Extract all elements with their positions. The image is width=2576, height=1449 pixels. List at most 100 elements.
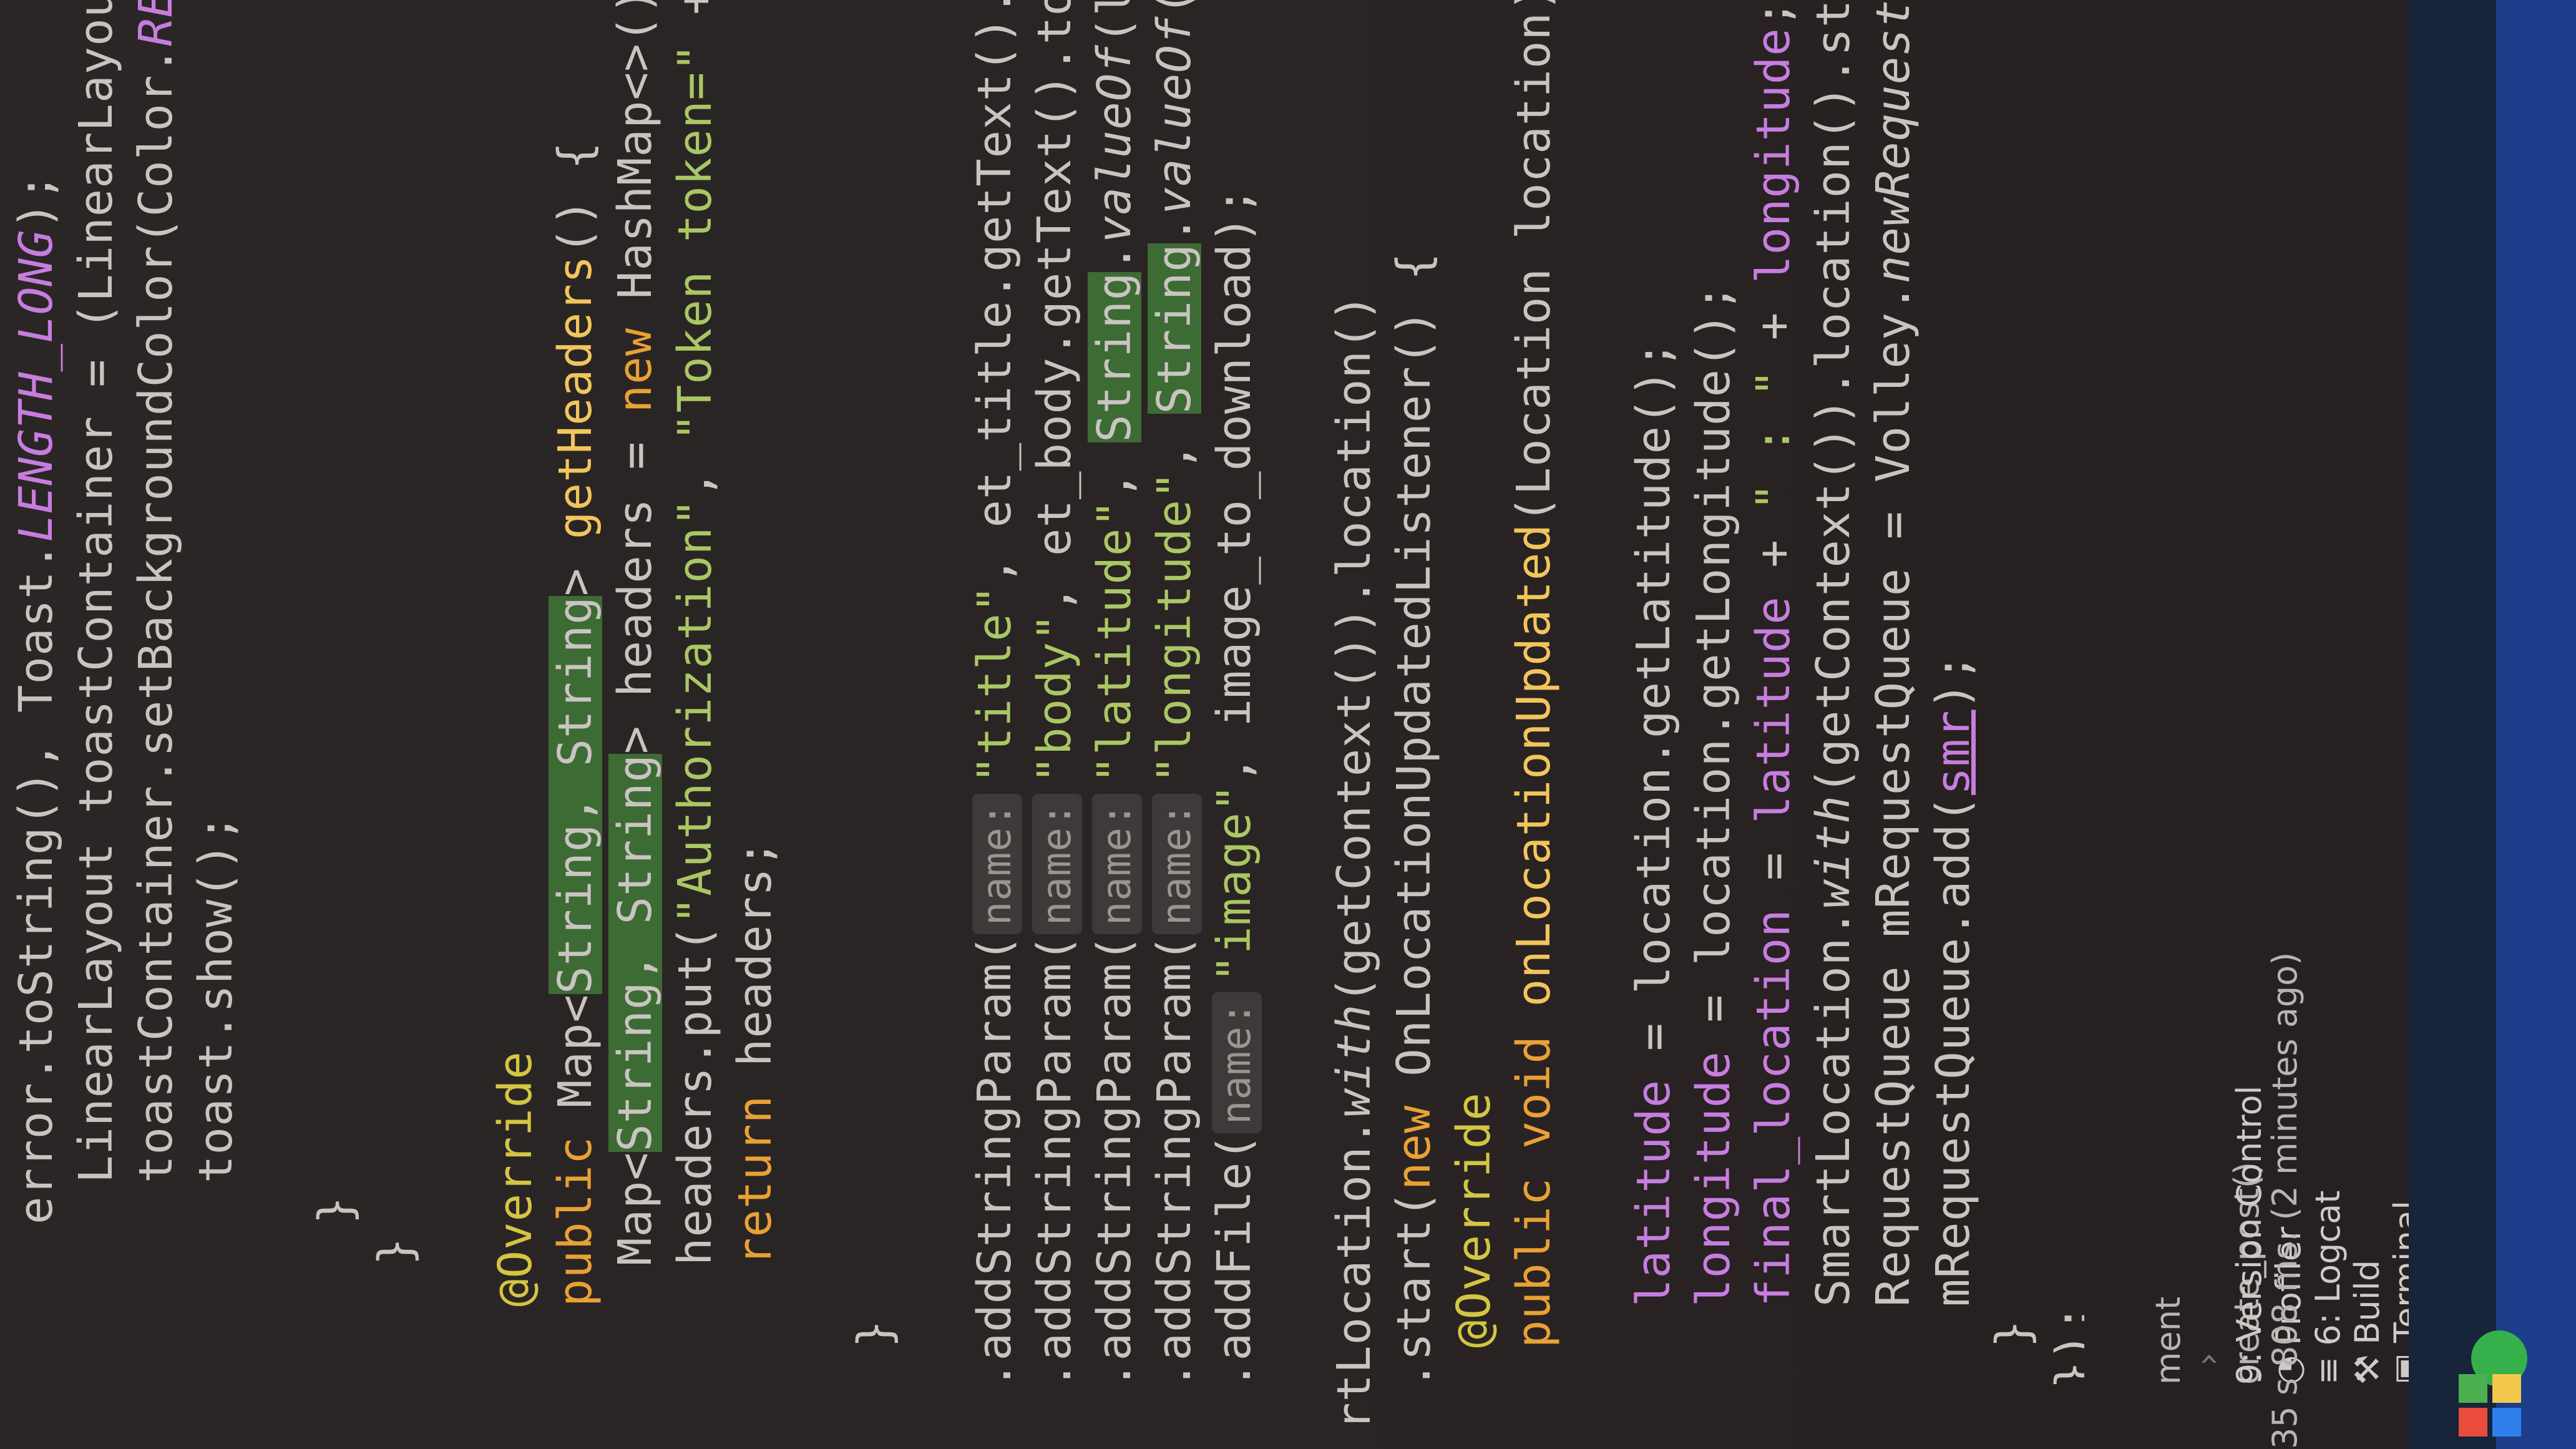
code-token: + — [1747, 283, 1800, 369]
code-token: OnLocationUpdatedListener() { — [1387, 251, 1441, 1076]
code-token: " : " — [1747, 368, 1800, 511]
code-line-15[interactable]: } — [845, 1319, 905, 1348]
code-token: return — [728, 1066, 782, 1266]
parameter-hint: name: — [1212, 992, 1262, 1134]
tool-label: Logcat — [2308, 1190, 2348, 1304]
code-token: }); — [2046, 1304, 2084, 1389]
code-token: .addFile( — [1208, 1133, 1261, 1389]
code-token: "image" — [1208, 783, 1261, 983]
code-token: new — [608, 299, 662, 413]
code-line-6[interactable]: } — [306, 1196, 366, 1224]
code-token: getHeaders — [549, 255, 602, 540]
code-line-4[interactable]: toast.show(); — [186, 814, 246, 1183]
code-line-7[interactable]: } — [366, 1237, 426, 1266]
code-token: String — [1148, 243, 1201, 414]
code-token: = — [1747, 823, 1800, 909]
code-token: "body" — [1028, 613, 1081, 784]
code-line-34[interactable]: } — [1983, 1319, 2043, 1348]
code-token: newRequestQueue — [1866, 0, 1920, 284]
code-token: new — [1387, 1076, 1441, 1191]
code-token: LENGTH_LONG — [9, 229, 63, 542]
code-line-29[interactable]: longitude = location.getLongitude(); — [1684, 283, 1744, 1307]
code-line-1[interactable]: error.toString(), Toast.LENGTH_LONG); — [6, 173, 66, 1224]
build-icon: ⚒ — [2348, 1354, 2387, 1385]
code-token: mRequestQueue.add( — [1926, 795, 1980, 1307]
code-line-19[interactable]: .addStringParam(name: "latitude", String.… — [1085, 0, 1144, 1389]
code-token: .start( — [1387, 1190, 1441, 1389]
code-token: "title" — [968, 584, 1022, 784]
code-token: RequestQueue mRequestQueue = Volley. — [1866, 283, 1920, 1307]
code-token: SmartLocation. — [1807, 909, 1860, 1307]
status-bar-text: 35 s 808 ms. (2 minutes ago) — [2265, 952, 2305, 1449]
code-token: (latitude)); — [1088, 0, 1141, 44]
code-token: } — [1986, 1319, 2040, 1348]
breadcrumb-class[interactable]: ment — [2149, 1297, 2188, 1385]
code-token: headers.put( — [668, 924, 722, 1266]
code-token: } — [848, 1319, 902, 1348]
tool-build[interactable]: ⚒ Build — [2348, 1260, 2387, 1385]
code-token: "latitude" — [1088, 499, 1141, 784]
code-line-33[interactable]: mRequestQueue.add(smr); — [1923, 653, 1983, 1307]
code-line-2[interactable]: LinearLayout toastContainer = (LinearLay… — [66, 0, 126, 1183]
code-line-31[interactable]: SmartLocation.with(getContext()).locatio… — [1803, 0, 1863, 1307]
code-line-35[interactable]: }); — [2043, 1304, 2084, 1389]
parameter-hint: name: — [1152, 793, 1202, 935]
code-line-25[interactable]: @Override — [1444, 1092, 1504, 1348]
tool-version-control[interactable]: 9: Version Control — [2230, 1086, 2269, 1385]
code-line-24[interactable]: .start(new OnLocationUpdatedListener() { — [1384, 252, 1444, 1389]
code-token: , — [9, 713, 63, 770]
code-token: , — [1088, 442, 1141, 499]
code-line-17[interactable]: .addStringParam(name: "title", et_title.g… — [965, 0, 1025, 1389]
code-token: (getContext()).location().stop(); — [1807, 0, 1860, 796]
code-token: LinearLayout toastContainer = (LinearLay… — [69, 0, 123, 1183]
code-line-12[interactable]: headers.put("Authorization", "Token toke… — [665, 0, 725, 1266]
code-line-30[interactable]: final_location = latitude + " : " + long… — [1744, 0, 1803, 1307]
version-control-icon: 9: — [2230, 1352, 2269, 1385]
code-token: "Authorization" — [668, 498, 722, 925]
code-token: RED — [129, 0, 183, 46]
code-line-23[interactable]: rtLocation.with(getContext()).location() — [1324, 293, 1384, 1430]
code-token: (getContext()).location() — [1327, 293, 1381, 1004]
code-editor[interactable]: error.toString(), Toast.LENGTH_LONG); Lin… — [0, 0, 2084, 1449]
code-token: , — [668, 441, 722, 499]
ide-window: error.toString(), Toast.LENGTH_LONG); Lin… — [0, 0, 2576, 1449]
code-token: "longitude" — [1148, 471, 1201, 784]
code-token: .addStringParam( — [1088, 934, 1141, 1389]
code-line-18[interactable]: .addStringParam(name: "body", et_body.get… — [1025, 0, 1085, 1389]
code-line-11[interactable]: Map<String, String> headers = new HashMa… — [605, 0, 665, 1266]
code-token: .addStringParam( — [1148, 934, 1201, 1389]
parameter-hint: name: — [1092, 793, 1142, 935]
tool-logcat[interactable]: ≡ 6: Logcat — [2308, 1191, 2348, 1385]
code-line-13[interactable]: return headers; — [725, 839, 785, 1266]
code-token: with — [1327, 1003, 1381, 1118]
code-token: valueOf — [1148, 16, 1201, 215]
code-token: (longitude)); — [1148, 0, 1201, 16]
code-token: headers; — [728, 839, 782, 1067]
code-line-26[interactable]: public void onLocationUpdated(Location l… — [1504, 0, 1564, 1348]
code-line-3[interactable]: toastContainer.setBackgroundColor(Color.… — [126, 0, 186, 1183]
code-token: onLocationUpdated — [1507, 523, 1561, 1007]
code-token: with — [1807, 795, 1860, 909]
code-token: + — [668, 0, 722, 44]
code-line-32[interactable]: RequestQueue mRequestQueue = Volley.newR… — [1863, 0, 1923, 1307]
code-token: .addStringParam( — [968, 934, 1022, 1389]
tool-label: Build — [2348, 1260, 2387, 1345]
tool-label: Version Control — [2230, 1085, 2269, 1342]
code-token: , et_body.getText().toString()); — [1028, 0, 1081, 613]
code-token: > headers = — [608, 412, 662, 754]
code-token: @Override — [1447, 1092, 1501, 1348]
code-line-9[interactable]: @Override — [485, 1051, 545, 1307]
code-token: Toast. — [9, 542, 63, 713]
code-token: valueOf — [1088, 44, 1141, 243]
code-line-10[interactable]: public Map<String, String> getHeaders() … — [545, 141, 605, 1307]
code-token: = location.getLongitude(); — [1687, 283, 1740, 1051]
code-line-20[interactable]: .addStringParam(name: "longitude", String… — [1144, 0, 1204, 1389]
code-token: public void — [1507, 1007, 1561, 1348]
code-line-28[interactable]: latitude = location.getLatitude(); — [1624, 340, 1684, 1307]
code-line-21[interactable]: .addFile(name: "image", image_to_download… — [1204, 187, 1264, 1389]
code-token: toast.show(); — [189, 813, 243, 1183]
windows-start-icon[interactable] — [2459, 1374, 2521, 1437]
parameter-hint: name: — [972, 793, 1022, 935]
code-token: () { — [549, 141, 602, 255]
code-token: toastContainer.setBackgroundColor(Color. — [129, 46, 183, 1183]
